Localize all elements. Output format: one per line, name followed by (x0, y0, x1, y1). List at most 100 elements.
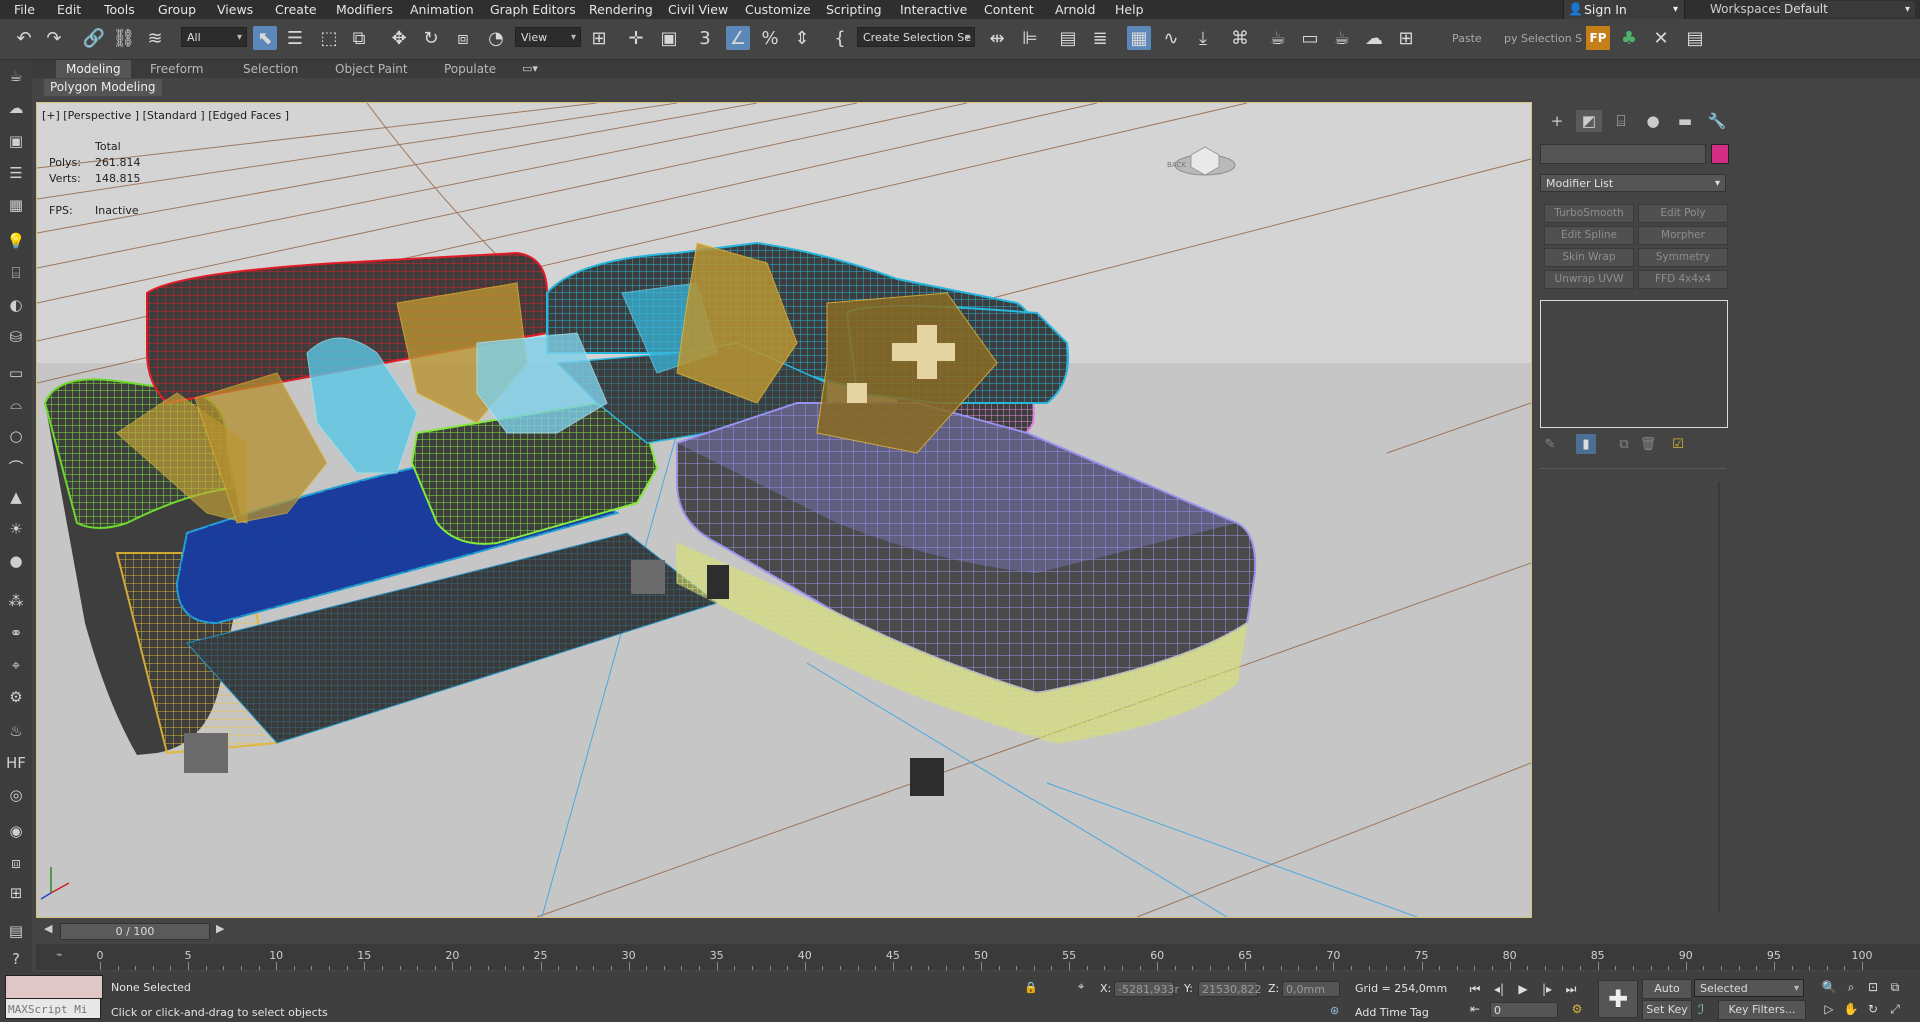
list-icon[interactable]: ☰ (5, 162, 27, 184)
key-mode-dropdown[interactable]: Selected (1694, 979, 1804, 998)
percent-snap-icon[interactable]: % (758, 26, 782, 50)
select-rotate-icon[interactable]: ↻ (419, 26, 443, 50)
menu-views[interactable]: Views (213, 1, 257, 18)
modifier-stack[interactable] (1540, 300, 1728, 428)
time-slider-thumb[interactable]: 0 / 100 (60, 923, 210, 940)
time-configuration-icon[interactable]: ⚙ (1566, 1000, 1588, 1018)
layer-explorer-icon[interactable]: ≣ (1088, 26, 1112, 50)
display-tab-icon[interactable]: ▬ (1672, 110, 1698, 132)
render-setup-icon[interactable]: ☕ (1266, 26, 1290, 50)
configure-modifier-sets-icon[interactable]: ☑ (1668, 434, 1688, 454)
object-color-swatch[interactable] (1711, 144, 1729, 164)
selection-filter-dropdown[interactable]: All (181, 27, 247, 48)
turbosmooth-button[interactable]: TurboSmooth (1544, 204, 1634, 223)
unlink-icon[interactable]: ⛓ (112, 26, 136, 50)
field-of-view-icon[interactable]: ▷ (1818, 1000, 1840, 1018)
teapot-icon[interactable]: ☕ (5, 65, 27, 87)
go-to-end-icon[interactable]: ⏭ (1560, 980, 1582, 998)
maximize-viewport-icon[interactable]: ⤢ (1884, 1000, 1906, 1018)
link-icon[interactable]: 🔗 (82, 26, 106, 50)
previous-frame-icon[interactable]: ◂| (1488, 980, 1510, 998)
document-icon[interactable]: ▤ (5, 920, 27, 942)
image-icon[interactable]: ▣ (5, 130, 27, 152)
set-key-icon[interactable]: ✚ (1598, 980, 1638, 1018)
create-tab-icon[interactable]: + (1544, 110, 1570, 132)
select-by-name-icon[interactable]: ☰ (283, 26, 307, 50)
menu-create[interactable]: Create (271, 1, 321, 18)
zoom-icon[interactable]: 🔍 (1818, 978, 1840, 996)
next-frame-button-icon[interactable]: |▸ (1536, 980, 1558, 998)
hair-icon[interactable]: HF (5, 752, 27, 774)
ribbon-options-icon[interactable]: ▭▾ (522, 62, 538, 75)
spinner-snap-icon[interactable]: ⇕ (790, 26, 814, 50)
sign-in-dropdown[interactable]: 👤 Sign In ▾ (1563, 0, 1685, 19)
workspace-dropdown[interactable]: Default ▾ (1780, 1, 1915, 18)
menu-graph-editors[interactable]: Graph Editors (486, 1, 580, 18)
menu-animation[interactable]: Animation (406, 1, 478, 18)
menu-edit[interactable]: Edit (53, 1, 85, 18)
pin-stack-icon[interactable]: ✎ (1540, 434, 1560, 454)
reference-coordinate-dropdown[interactable]: View (515, 27, 581, 48)
key-filters-button[interactable]: Key Filters... (1718, 1000, 1806, 1020)
key-mode-toggle-icon[interactable]: ⇤ (1464, 1000, 1486, 1018)
menu-group[interactable]: Group (154, 1, 200, 18)
pivot-icon[interactable]: ⌖ (5, 654, 27, 676)
pivot-center-icon[interactable]: ⊞ (587, 26, 611, 50)
time-tag-icon[interactable]: ⊛ (1330, 1004, 1339, 1017)
bind-space-warp-icon[interactable]: ≋ (143, 26, 167, 50)
helper-icon[interactable]: ◐ (5, 294, 27, 316)
sphere-icon[interactable]: ○ (5, 425, 27, 447)
motion-tab-icon[interactable]: ● (1640, 110, 1666, 132)
make-unique-icon[interactable]: ⧉ (1614, 434, 1634, 454)
select-place-icon[interactable]: ◔ (484, 26, 508, 50)
select-manipulate-icon[interactable]: ✛ (624, 26, 648, 50)
menu-arnold[interactable]: Arnold (1051, 1, 1099, 18)
set-key-button[interactable]: Set Key (1642, 1000, 1692, 1020)
default-in-out-tangents-icon[interactable]: ℐ (1698, 1003, 1704, 1018)
zoom-extents-icon[interactable]: ⊡ (1862, 978, 1884, 996)
go-to-start-icon[interactable]: ⏮ (1464, 980, 1486, 998)
maxscript-listener[interactable] (5, 975, 103, 999)
menu-help[interactable]: Help (1111, 1, 1148, 18)
object-icon[interactable]: ⊞ (5, 882, 27, 904)
teapot2-icon[interactable]: ⌒ (5, 456, 27, 478)
zoom-extents-all-icon[interactable]: ⧉ (1884, 978, 1906, 996)
modifier-list-dropdown[interactable]: Modifier List (1540, 174, 1726, 193)
y-coordinate-field[interactable]: 21530,822 (1198, 981, 1262, 997)
pyramid-icon[interactable]: ▲ (5, 486, 27, 508)
edit-named-selection-icon[interactable]: { (828, 26, 852, 50)
help-icon[interactable]: ? (5, 948, 27, 970)
maxscript-mini-listener[interactable]: MAXScript Mi (5, 998, 101, 1019)
molecule-icon[interactable]: ⚭ (5, 622, 27, 644)
track-bar[interactable]: ⌁ 0 5 10 15 20 25 30 35 40 45 50 55 60 65 70 75 80 85 90 95… (36, 944, 1920, 970)
snaps-toggle-icon[interactable]: 3 (693, 26, 717, 50)
light-icon[interactable]: 💡 (5, 230, 27, 252)
zoom-all-icon[interactable]: ⌕ (1840, 978, 1862, 996)
rectangular-selection-icon[interactable]: ⬚ (317, 26, 341, 50)
next-frame-icon[interactable]: ▶ (216, 922, 224, 935)
menu-rendering[interactable]: Rendering (585, 1, 657, 18)
object-name-field[interactable] (1540, 144, 1706, 164)
symmetry-button[interactable]: Symmetry (1638, 248, 1728, 267)
select-move-icon[interactable]: ✥ (387, 26, 411, 50)
show-end-result-icon[interactable]: ▮ (1576, 434, 1596, 454)
play-icon[interactable]: ▶ (1512, 980, 1534, 998)
select-scale-icon[interactable]: ⧈ (451, 26, 475, 50)
scene-icon[interactable]: ⧈ (5, 852, 27, 874)
render-activeshade-icon[interactable]: ⊞ (1394, 26, 1418, 50)
tree-icon[interactable]: ♣ (1617, 26, 1641, 50)
shapes-icon[interactable]: ☁ (5, 97, 27, 119)
copy-selection-label[interactable]: py Selection S (1504, 32, 1582, 45)
utilities-tab-icon[interactable]: 🔧 (1704, 110, 1730, 132)
tab-freeform[interactable]: Freeform (140, 60, 213, 78)
grass-icon[interactable]: ♨ (5, 720, 27, 742)
cloth-icon[interactable]: ◎ (5, 784, 27, 806)
render-in-cloud-icon[interactable]: ☁ (1362, 26, 1386, 50)
render-icon[interactable]: ◉ (5, 820, 27, 842)
orbit-icon[interactable]: ↻ (1862, 1000, 1884, 1018)
scatter-icon[interactable]: ⁂ (5, 590, 27, 612)
hierarchy-tab-icon[interactable]: ⌸ (1608, 110, 1634, 132)
select-object-icon[interactable]: ⬉ (253, 26, 277, 50)
scene-explorer-icon[interactable]: ▤ (1056, 26, 1080, 50)
cone-icon[interactable]: ⌓ (5, 393, 27, 415)
